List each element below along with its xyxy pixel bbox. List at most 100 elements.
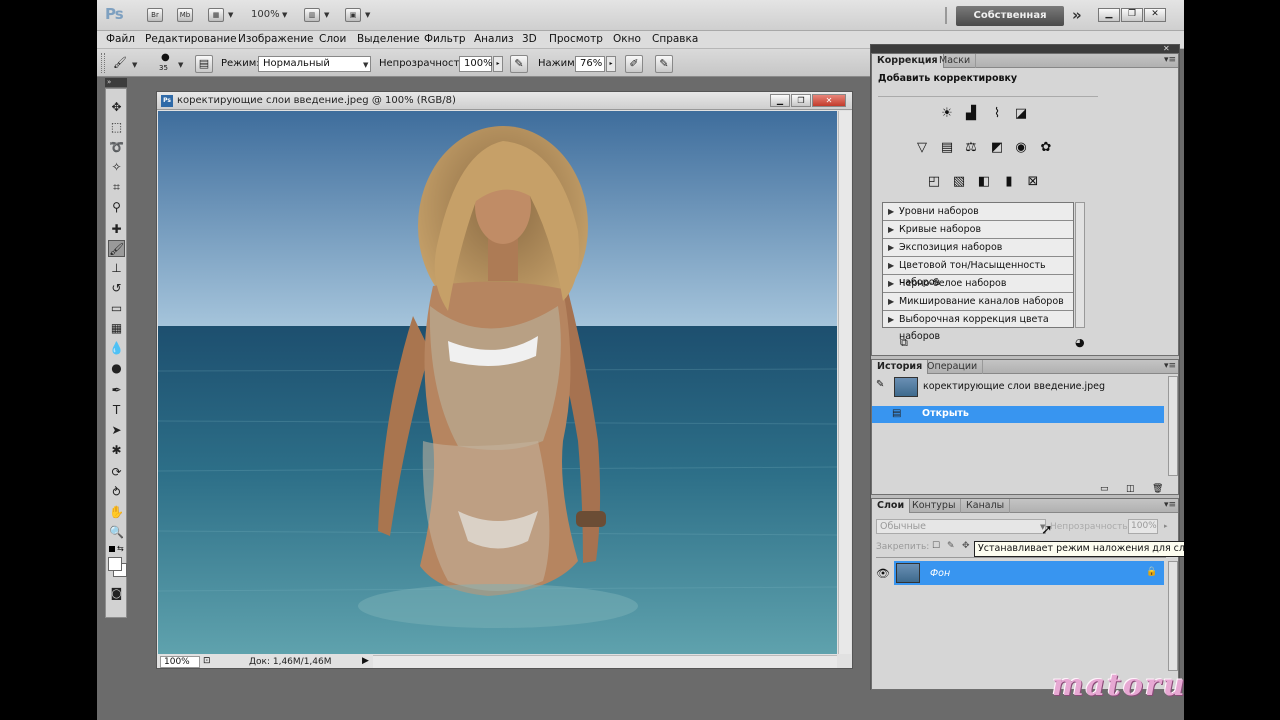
- crop-tool-icon[interactable]: ⌗: [108, 179, 125, 196]
- eye-icon[interactable]: 👁: [876, 567, 890, 580]
- tab-channels[interactable]: Каналы: [961, 499, 1011, 513]
- preset-levels[interactable]: ▶ Уровни наборов: [883, 203, 1073, 221]
- quick-select-tool-icon[interactable]: ✧: [108, 159, 125, 176]
- chevron-down-icon[interactable]: ▼: [282, 11, 287, 19]
- document-minimize-icon[interactable]: ▁: [770, 94, 790, 107]
- brush-tool-icon[interactable]: 🖌: [111, 55, 129, 73]
- selective-color-icon[interactable]: ⊠: [1024, 173, 1042, 191]
- dock-collapse-icon[interactable]: ✕: [1163, 44, 1170, 53]
- hand-tool-icon[interactable]: ✋: [108, 504, 125, 521]
- menu-file[interactable]: Файл: [106, 33, 135, 45]
- brush-tip-icon[interactable]: ●: [161, 52, 170, 63]
- more-workspaces-icon[interactable]: »: [1072, 6, 1082, 24]
- gradient-tool-icon[interactable]: ▦: [108, 320, 125, 337]
- menu-3d[interactable]: 3D: [522, 33, 537, 45]
- black-white-icon[interactable]: ◩: [988, 139, 1006, 157]
- pressure-opacity-icon[interactable]: ✎: [510, 55, 528, 73]
- menu-filter[interactable]: Фильтр: [424, 33, 466, 45]
- lock-transparent-icon[interactable]: ☐: [932, 541, 940, 551]
- menu-layers[interactable]: Слои: [319, 33, 346, 45]
- menu-view[interactable]: Просмотр: [549, 33, 603, 45]
- color-balance-icon[interactable]: ⚖: [962, 139, 980, 157]
- history-brush-source-icon[interactable]: ✎: [876, 379, 884, 390]
- tab-layers[interactable]: Слои: [872, 499, 911, 513]
- type-tool-icon[interactable]: T: [108, 402, 125, 419]
- restore-icon[interactable]: ❐: [1121, 8, 1143, 22]
- chevron-down-icon[interactable]: ▼: [365, 11, 370, 19]
- preset-curves[interactable]: ▶ Кривые наборов: [883, 221, 1073, 239]
- tab-adjustments[interactable]: Коррекция: [872, 54, 944, 68]
- delete-icon[interactable]: 🗑: [1152, 484, 1163, 494]
- history-step-open[interactable]: ▤ Открыть: [872, 406, 1164, 423]
- swap-colors-icon[interactable]: ⇆: [117, 544, 124, 553]
- exposure-icon[interactable]: ◪: [1012, 105, 1030, 123]
- zoom-tool-icon[interactable]: 🔍: [108, 524, 125, 541]
- layer-opacity-field[interactable]: 100%: [1128, 519, 1158, 534]
- arrange-documents-icon[interactable]: ▥: [304, 8, 320, 22]
- panel-menu-icon[interactable]: ▾≡: [1164, 361, 1176, 371]
- 3d-rotate-tool-icon[interactable]: ⟳: [108, 464, 125, 481]
- presets-scrollbar[interactable]: [1075, 202, 1085, 328]
- chevron-down-icon[interactable]: ▼: [363, 61, 368, 69]
- panel-menu-icon[interactable]: ▾≡: [1164, 55, 1176, 65]
- document-titlebar[interactable]: Ps коректирующие слои введение.jpeg @ 10…: [157, 92, 852, 110]
- levels-icon[interactable]: ▟: [962, 105, 980, 123]
- tab-history[interactable]: История: [872, 360, 929, 374]
- status-icon[interactable]: ⊡: [203, 656, 211, 666]
- close-icon[interactable]: ✕: [1144, 8, 1166, 22]
- history-snapshot-row[interactable]: ✎ коректирующие слои введение.jpeg: [872, 376, 1164, 398]
- chevron-down-icon[interactable]: ▼: [132, 61, 137, 69]
- status-menu-arrow-icon[interactable]: ▶: [362, 656, 369, 666]
- mode-select[interactable]: Нормальный: [258, 56, 371, 72]
- flow-slider-button[interactable]: ▸: [606, 56, 616, 72]
- menu-edit[interactable]: Редактирование: [145, 33, 237, 45]
- panel-options-icon[interactable]: ◕: [1075, 336, 1085, 349]
- preset-black-white[interactable]: ▶ Черно-белое наборов: [883, 275, 1073, 293]
- toolbox-header[interactable]: »: [105, 78, 127, 87]
- preset-channel-mixer[interactable]: ▶ Микширование каналов наборов: [883, 293, 1073, 311]
- bridge-button[interactable]: Br: [147, 8, 163, 22]
- new-snapshot-icon[interactable]: ◫: [1126, 484, 1135, 494]
- horizontal-scrollbar[interactable]: [373, 655, 837, 668]
- default-colors-icon[interactable]: [109, 546, 115, 552]
- panel-menu-icon[interactable]: ▾≡: [1164, 500, 1176, 510]
- lock-pixels-icon[interactable]: ✎: [947, 541, 955, 551]
- airbrush-icon[interactable]: ✐: [625, 55, 643, 73]
- tab-paths[interactable]: Контуры: [907, 499, 962, 513]
- blur-tool-icon[interactable]: 💧: [108, 340, 125, 357]
- clone-stamp-tool-icon[interactable]: ⊥: [108, 260, 125, 277]
- pen-tool-icon[interactable]: ✒: [108, 382, 125, 399]
- menu-select[interactable]: Выделение: [357, 33, 420, 45]
- layer-row-background[interactable]: Фон 🔒: [894, 561, 1164, 585]
- menu-analysis[interactable]: Анализ: [474, 33, 514, 45]
- 3d-orbit-tool-icon[interactable]: ⥁: [108, 484, 125, 501]
- minibridge-button[interactable]: Mb: [177, 8, 193, 22]
- marquee-tool-icon[interactable]: ⬚: [108, 119, 125, 136]
- chevron-down-icon[interactable]: ▼: [324, 11, 329, 19]
- workspace-button[interactable]: Собственная среда: [956, 6, 1064, 41]
- quick-mask-icon[interactable]: ◙: [108, 585, 125, 602]
- dodge-tool-icon[interactable]: ●: [108, 360, 125, 377]
- path-select-tool-icon[interactable]: ➤: [108, 422, 125, 439]
- gradient-map-icon[interactable]: ▮: [1000, 173, 1018, 191]
- curves-icon[interactable]: ⌇: [988, 105, 1006, 123]
- document-close-icon[interactable]: ✕: [812, 94, 846, 107]
- preset-selective-color[interactable]: ▶ Выборочная коррекция цвета наборов: [883, 311, 1073, 342]
- lock-position-icon[interactable]: ✥: [962, 541, 970, 551]
- hue-saturation-icon[interactable]: ▤: [938, 139, 956, 157]
- brightness-icon[interactable]: ☀: [938, 105, 956, 123]
- view-extras-icon[interactable]: ▦: [208, 8, 224, 22]
- vibrance-icon[interactable]: ▽: [913, 139, 931, 157]
- new-document-from-state-icon[interactable]: ▭: [1100, 484, 1109, 494]
- move-tool-icon[interactable]: ✥: [108, 99, 125, 116]
- chevron-down-icon[interactable]: ▼: [228, 11, 233, 19]
- history-brush-tool-icon[interactable]: ↺: [108, 280, 125, 297]
- minimize-icon[interactable]: ▁: [1098, 8, 1120, 22]
- preset-exposure[interactable]: ▶ Экспозиция наборов: [883, 239, 1073, 257]
- document-restore-icon[interactable]: ❐: [791, 94, 811, 107]
- status-zoom[interactable]: 100%: [160, 656, 200, 668]
- eyedropper-tool-icon[interactable]: ⚲: [108, 199, 125, 216]
- tab-masks[interactable]: Маски: [934, 54, 977, 68]
- healing-brush-tool-icon[interactable]: ✚: [108, 221, 125, 238]
- threshold-icon[interactable]: ◧: [975, 173, 993, 191]
